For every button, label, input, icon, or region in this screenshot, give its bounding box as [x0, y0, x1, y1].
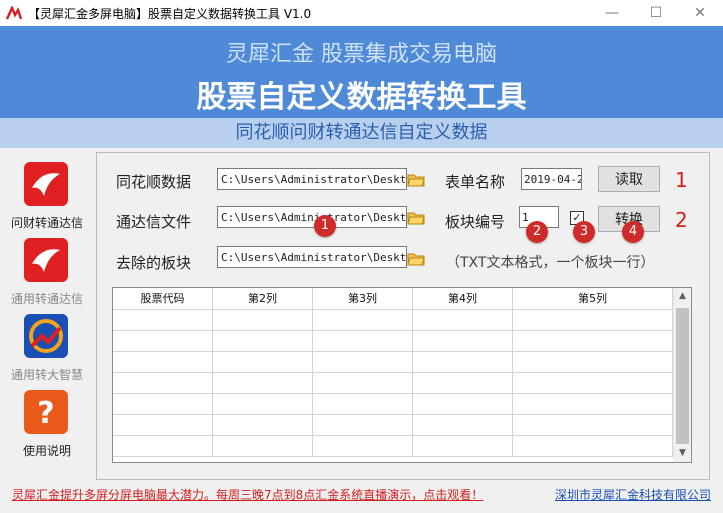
table-row[interactable] — [113, 394, 673, 415]
annotation-badge-2: 2 — [526, 221, 548, 243]
table-cell[interactable] — [113, 352, 213, 373]
scroll-thumb[interactable] — [676, 308, 689, 444]
sidebar-item-help[interactable]: ? 使用说明 — [6, 380, 88, 458]
sheet-name-input[interactable]: 2019-04-20 — [521, 168, 582, 190]
table-cell[interactable] — [313, 394, 413, 415]
table-cell[interactable] — [413, 436, 513, 457]
table-cell[interactable] — [413, 352, 513, 373]
remove-blocks-path-input[interactable]: C:\Users\Administrator\Desktop\新 — [217, 246, 407, 268]
step-number-1: 1 — [675, 168, 688, 192]
table-cell[interactable] — [313, 436, 413, 457]
banner-title: 股票自定义数据转换工具 — [196, 80, 527, 115]
table-row[interactable] — [113, 436, 673, 457]
table-cell[interactable] — [213, 310, 313, 331]
sidebar-item-general-to-dzh[interactable]: 通用转大智慧 — [6, 304, 88, 382]
scroll-down-icon[interactable]: ▼ — [674, 445, 691, 462]
table-cell[interactable] — [513, 310, 673, 331]
table-cell[interactable] — [413, 415, 513, 436]
table-cell[interactable] — [113, 310, 213, 331]
table-row[interactable] — [113, 310, 673, 331]
table-cell[interactable] — [313, 310, 413, 331]
ths-data-label: 同花顺数据 — [116, 173, 192, 191]
table-cell[interactable] — [413, 331, 513, 352]
grid-header: 股票代码 第2列 第3列 第4列 第5列 — [113, 288, 673, 310]
close-button[interactable]: ✕ — [678, 0, 722, 26]
title-bar: 【灵犀汇金多屏电脑】股票自定义数据转换工具 V1.0 — ☐ ✕ — [0, 0, 723, 26]
grid-column-header: 第5列 — [513, 288, 673, 310]
table-cell[interactable] — [313, 373, 413, 394]
table-cell[interactable] — [313, 415, 413, 436]
table-cell[interactable] — [513, 394, 673, 415]
table-row[interactable] — [113, 352, 673, 373]
red-swoosh-icon — [24, 238, 68, 282]
company-link[interactable]: 深圳市灵犀汇金科技有限公司 — [555, 486, 711, 503]
minimize-button[interactable]: — — [590, 0, 634, 26]
live-demo-link[interactable]: 灵犀汇金提升多屏分屏电脑最大潜力。每周三晚7点到8点汇金系统直播演示，点击观看！ — [12, 486, 483, 503]
sidebar-item-general-to-tdx[interactable]: 通用转通达信 — [6, 228, 88, 306]
table-cell[interactable] — [213, 415, 313, 436]
window-title: 【灵犀汇金多屏电脑】股票自定义数据转换工具 V1.0 — [28, 7, 312, 21]
table-cell[interactable] — [513, 415, 673, 436]
table-cell[interactable] — [413, 373, 513, 394]
table-cell[interactable] — [413, 310, 513, 331]
remove-blocks-label: 去除的板块 — [116, 254, 192, 272]
annotation-badge-3: 3 — [573, 221, 595, 243]
tdx-file-label: 通达信文件 — [116, 213, 192, 231]
table-cell[interactable] — [113, 415, 213, 436]
table-row[interactable] — [113, 373, 673, 394]
table-cell[interactable] — [513, 352, 673, 373]
table-row[interactable] — [113, 415, 673, 436]
table-cell[interactable] — [113, 436, 213, 457]
table-cell[interactable] — [213, 331, 313, 352]
maximize-button[interactable]: ☐ — [634, 0, 678, 26]
format-hint: （TXT文本格式，一个板块一行） — [446, 255, 655, 271]
block-number-label: 板块编号 — [445, 213, 506, 231]
table-cell[interactable] — [213, 373, 313, 394]
section-strip: 同花顺问财转通达信自定义数据 — [0, 118, 723, 148]
folder-open-icon[interactable] — [407, 170, 425, 188]
table-cell[interactable] — [113, 394, 213, 415]
table-row[interactable] — [113, 331, 673, 352]
question-icon: ? — [24, 390, 68, 434]
header-banner: 灵犀汇金 股票集成交易电脑 股票自定义数据转换工具 — [0, 26, 723, 118]
data-grid[interactable]: 股票代码 第2列 第3列 第4列 第5列 ▲ ▼ — [112, 287, 692, 463]
table-cell[interactable] — [313, 352, 413, 373]
table-cell[interactable] — [113, 373, 213, 394]
read-button[interactable]: 读取 — [598, 166, 660, 192]
table-cell[interactable] — [313, 331, 413, 352]
table-cell[interactable] — [413, 394, 513, 415]
tdx-path-input[interactable]: C:\Users\Administrator\Desktop\2 — [217, 206, 407, 228]
chart-arrow-icon — [24, 314, 68, 358]
table-cell[interactable] — [213, 352, 313, 373]
table-cell[interactable] — [513, 373, 673, 394]
sidebar: 问财转通达信 通用转通达信 通用转大智慧 ? 使用说明 — [6, 152, 88, 478]
grid-column-header: 股票代码 — [113, 288, 213, 310]
folder-open-icon[interactable] — [407, 208, 425, 226]
svg-text:?: ? — [37, 396, 54, 431]
grid-column-header: 第3列 — [313, 288, 413, 310]
sheet-name-label: 表单名称 — [445, 173, 506, 191]
table-cell[interactable] — [213, 436, 313, 457]
table-cell[interactable] — [513, 331, 673, 352]
footer: 灵犀汇金提升多屏分屏电脑最大潜力。每周三晚7点到8点汇金系统直播演示，点击观看！… — [0, 480, 723, 513]
table-cell[interactable] — [113, 331, 213, 352]
grid-column-header: 第4列 — [413, 288, 513, 310]
annotation-badge-4: 4 — [622, 221, 644, 243]
ths-path-input[interactable]: C:\Users\Administrator\Desktop\2 — [217, 168, 407, 190]
step-number-2: 2 — [675, 208, 688, 232]
annotation-badge-1: 1 — [314, 215, 336, 237]
sidebar-item-label: 使用说明 — [22, 444, 71, 458]
table-cell[interactable] — [213, 394, 313, 415]
folder-open-icon[interactable] — [407, 249, 425, 267]
sidebar-item-wencai-to-tdx[interactable]: 问财转通达信 — [6, 152, 88, 230]
red-swoosh-icon — [24, 162, 68, 206]
grid-column-header: 第2列 — [213, 288, 313, 310]
banner-subtitle: 灵犀汇金 股票集成交易电脑 — [226, 42, 497, 67]
grid-scrollbar[interactable]: ▲ ▼ — [673, 288, 691, 462]
table-cell[interactable] — [513, 436, 673, 457]
scroll-up-icon[interactable]: ▲ — [674, 288, 691, 305]
app-logo-icon — [6, 6, 22, 20]
